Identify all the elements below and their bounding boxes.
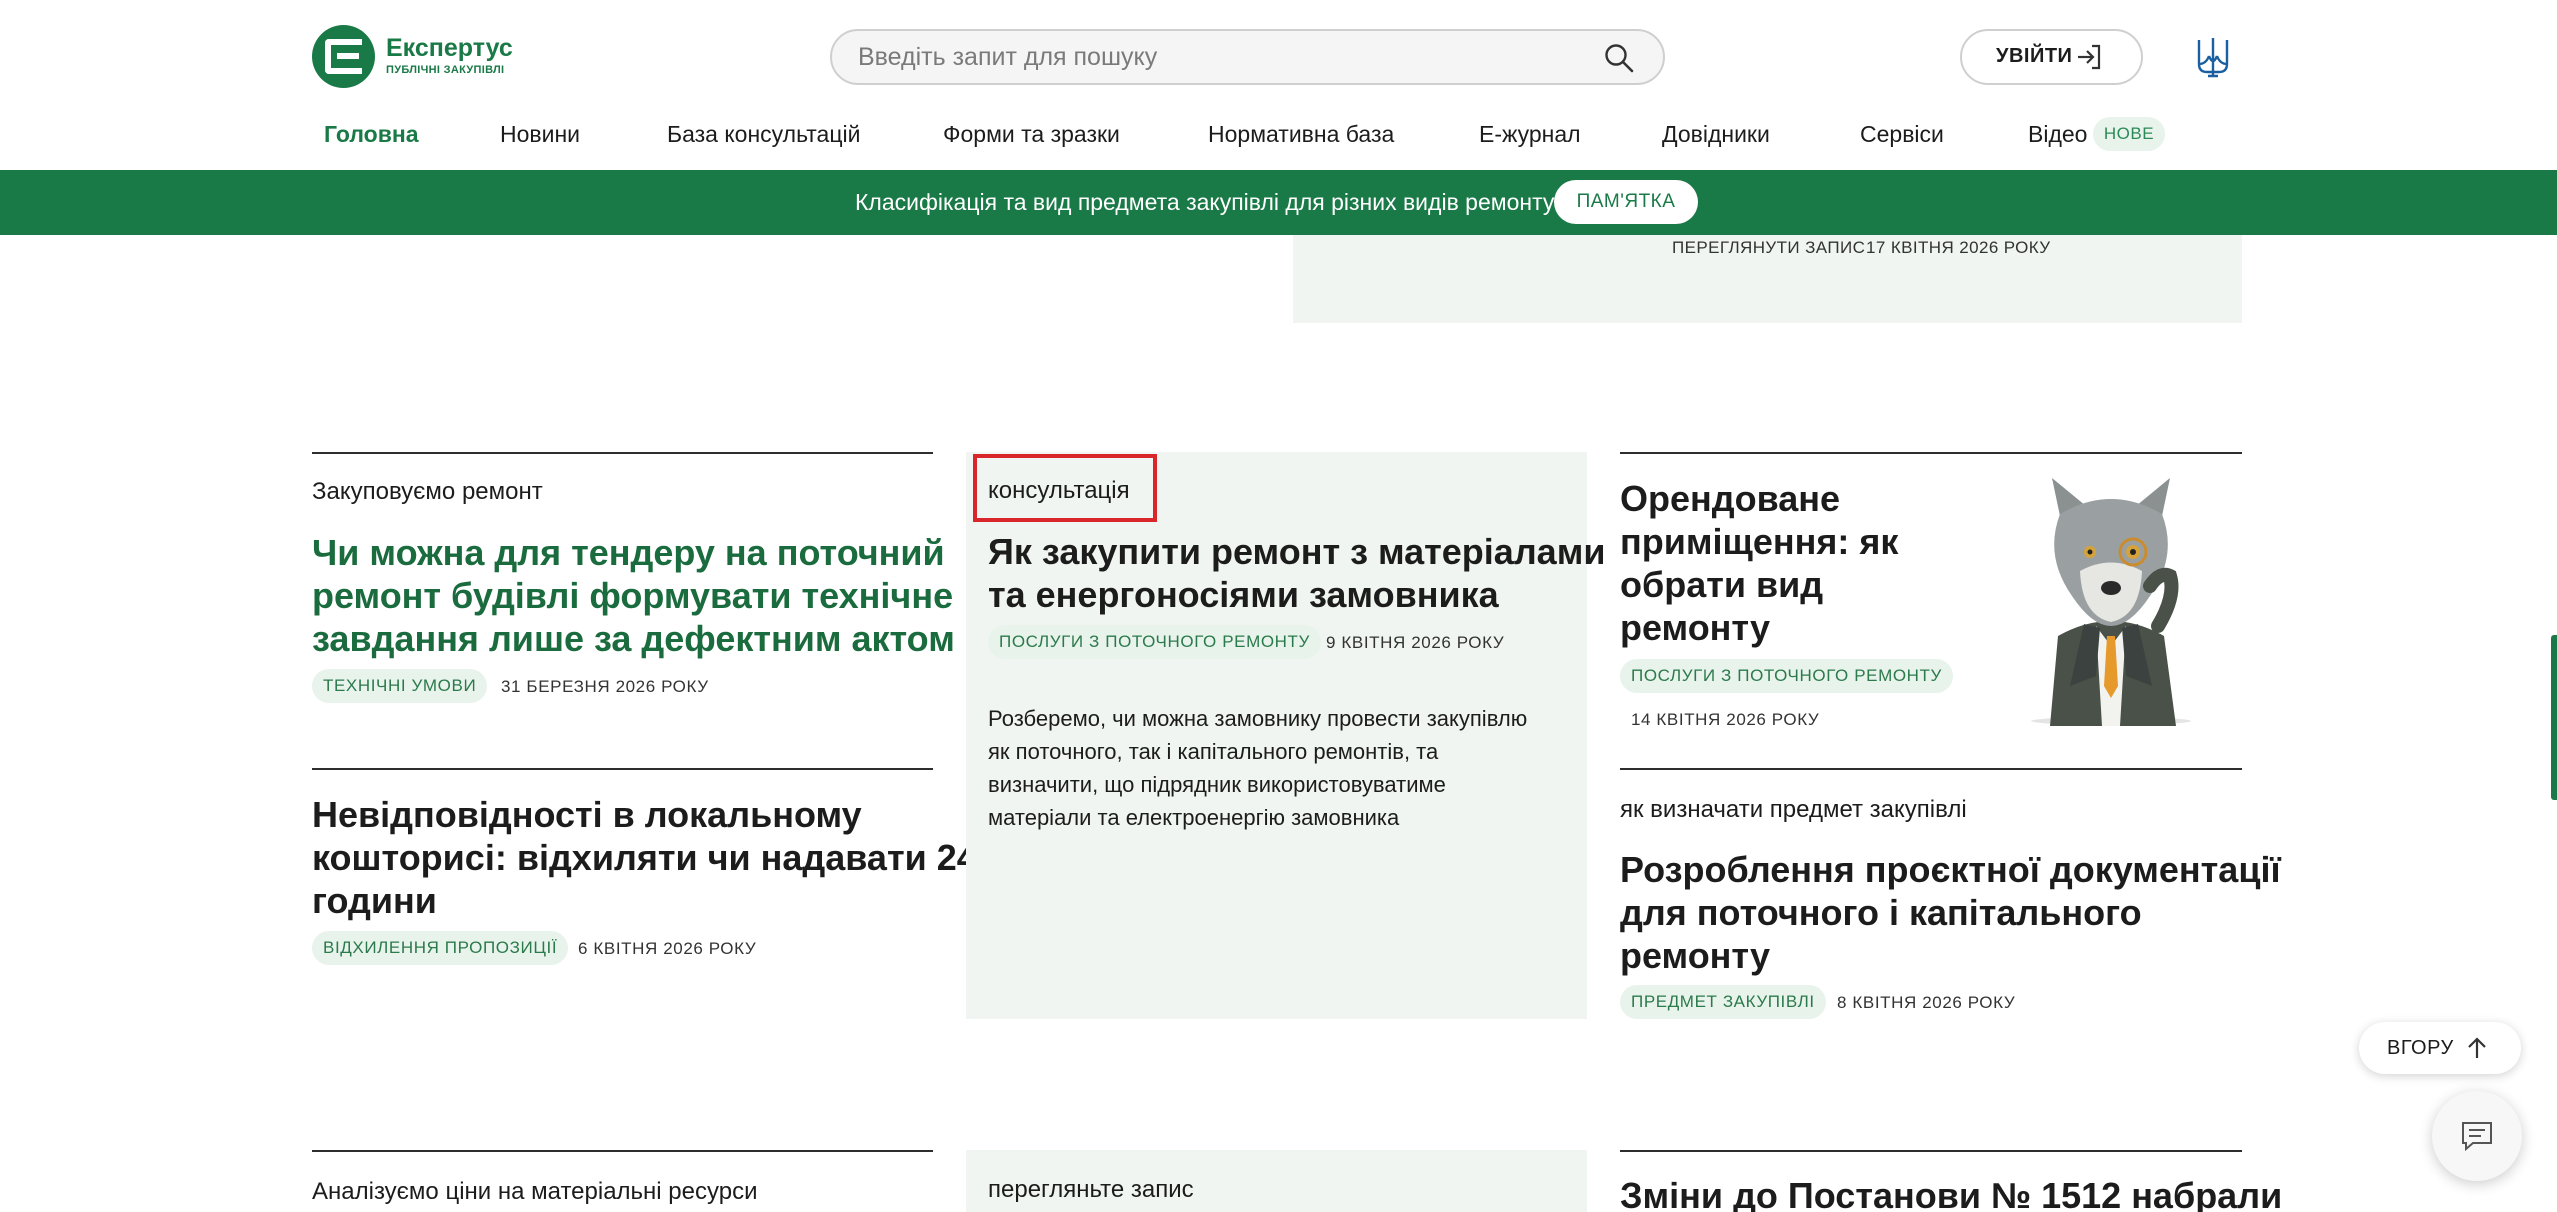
title-line: Орендоване	[1620, 478, 1841, 519]
divider	[1620, 452, 2242, 454]
article-date: 8 КВІТНЯ 2026 РОКУ	[1837, 993, 2016, 1012]
title-line: Невідповідності в локальному	[312, 794, 862, 835]
excerpt-line: Розберемо, чи можна замовнику провести з…	[988, 706, 1528, 731]
excerpt-line: визначити, що підрядник використовуватим…	[988, 772, 1446, 797]
title-line: Чи можна для тендеру на поточний	[312, 532, 945, 573]
scroll-top-label: ВГОРУ	[2387, 1037, 2454, 1059]
article-title[interactable]: Невідповідності в локальному кошторисі: …	[312, 793, 977, 922]
nav-item-consultations[interactable]: База консультацій	[667, 121, 860, 148]
logo-icon[interactable]	[312, 25, 375, 88]
title-line: Як закупити ремонт з матеріалами	[988, 531, 1606, 572]
logo-subtitle: ПУБЛІЧНІ ЗАКУПІВЛІ	[386, 64, 505, 76]
article-category[interactable]: Аналізуємо ціни на матеріальні ресурси	[312, 1178, 757, 1206]
nav-item-news[interactable]: Новини	[500, 121, 580, 148]
article-tag[interactable]: ВІДХИЛЕННЯ ПРОПОЗИЦІЇ	[312, 931, 569, 965]
article-date: 14 КВІТНЯ 2026 РОКУ	[1631, 710, 1820, 729]
chat-icon	[2462, 1122, 2492, 1152]
divider	[312, 452, 933, 454]
view-record-link[interactable]: ПЕРЕГЛЯНУТИ ЗАПИС	[1672, 238, 1865, 258]
article-title[interactable]: Розроблення проєктної документації для п…	[1620, 848, 2281, 977]
nav-item-services[interactable]: Сервіси	[1860, 121, 1944, 148]
featured-tag[interactable]: ПОСЛУГИ З ПОТОЧНОГО РЕМОНТУ	[988, 625, 1321, 659]
article-tag[interactable]: ТЕХНІЧНІ УМОВИ	[312, 669, 488, 703]
new-badge: НОВЕ	[2093, 117, 2165, 151]
excerpt-line: матеріали та електроенергію замовника	[988, 805, 1400, 830]
title-line: Розроблення проєктної документації	[1620, 849, 2281, 890]
scrollbar-thumb[interactable]	[2551, 635, 2557, 800]
top-card-date: 17 КВІТНЯ 2026 РОКУ	[1866, 238, 2051, 257]
title-line: завдання лише за дефектним актом	[312, 618, 955, 659]
nav-item-video[interactable]: Відео	[2028, 121, 2087, 148]
nav-item-references[interactable]: Довідники	[1662, 121, 1770, 148]
article-category[interactable]: Закуповуємо ремонт	[312, 478, 543, 506]
article-title[interactable]: Чи можна для тендеру на поточний ремонт …	[312, 531, 955, 660]
login-icon	[2078, 44, 2101, 70]
article-title[interactable]: Зміни до Постанови № 1512 набрали	[1620, 1174, 2282, 1212]
article-title[interactable]: Орендоване приміщення: як обрати вид рем…	[1620, 477, 1898, 649]
excerpt-line: як поточного, так і капітального ремонті…	[988, 739, 1439, 764]
featured-title[interactable]: Як закупити ремонт з матеріалами та енер…	[988, 530, 1605, 616]
featured-excerpt: Розберемо, чи можна замовнику провести з…	[988, 702, 1527, 834]
arrow-up-icon	[2468, 1037, 2486, 1058]
record-category[interactable]: перегляньте запис	[988, 1176, 1194, 1204]
featured-date: 9 КВІТНЯ 2026 РОКУ	[1326, 633, 1505, 652]
divider	[1620, 768, 2242, 770]
featured-category[interactable]: консультація	[988, 477, 1130, 505]
title-line: ремонту	[1620, 607, 1770, 648]
title-line: приміщення: як	[1620, 521, 1899, 562]
memo-button[interactable]: ПАМ'ЯТКА	[1554, 180, 1698, 224]
divider	[1620, 1150, 2242, 1152]
nav-item-ejournal[interactable]: Е-журнал	[1479, 121, 1581, 148]
search-icon[interactable]	[1603, 42, 1635, 74]
divider	[312, 768, 933, 770]
logo-title[interactable]: Експертус	[386, 34, 513, 63]
title-line: обрати вид	[1620, 564, 1824, 605]
title-line: кошторисі: відхиляти чи надавати 24	[312, 837, 977, 878]
title-line: ремонт будівлі формувати технічне	[312, 575, 954, 616]
title-line: години	[312, 880, 437, 921]
divider	[312, 1150, 933, 1152]
title-line: для поточного і капітального	[1620, 892, 2142, 933]
nav-item-forms[interactable]: Форми та зразки	[943, 121, 1120, 148]
article-date: 6 КВІТНЯ 2026 РОКУ	[578, 939, 757, 958]
article-tag[interactable]: ПОСЛУГИ З ПОТОЧНОГО РЕМОНТУ	[1620, 659, 1953, 693]
wolf-mascot-image	[2031, 478, 2191, 726]
login-label: УВІЙТИ	[1996, 45, 2073, 67]
article-tag[interactable]: ПРЕДМЕТ ЗАКУПІВЛІ	[1620, 985, 1826, 1019]
nav-item-regulations[interactable]: Нормативна база	[1208, 121, 1394, 148]
banner-text[interactable]: Класифікація та вид предмета закупівлі д…	[855, 189, 1554, 216]
article-category[interactable]: як визначати предмет закупівлі	[1620, 796, 1967, 824]
trident-icon	[2197, 38, 2229, 78]
search-placeholder: Введіть запит для пошуку	[858, 43, 1158, 71]
title-line: ремонту	[1620, 935, 1770, 976]
article-date: 31 БЕРЕЗНЯ 2026 РОКУ	[501, 677, 709, 696]
title-line: та енергоносіями замовника	[988, 574, 1499, 615]
nav-item-home[interactable]: Головна	[324, 121, 419, 148]
